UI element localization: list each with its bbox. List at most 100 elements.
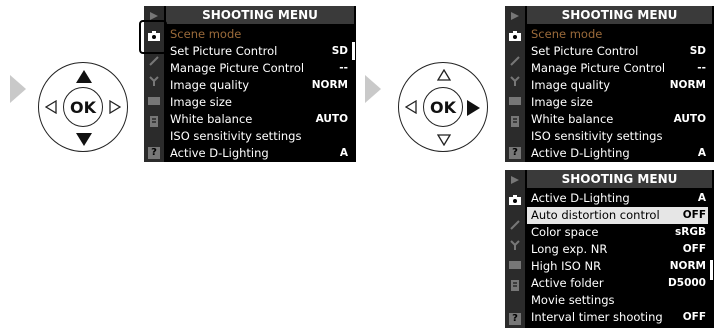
menu-row-label: Set Picture Control (531, 44, 639, 58)
scrollbar[interactable] (710, 260, 713, 280)
menu-row-label: ISO sensitivity settings (531, 129, 663, 143)
menu-row-label: ISO sensitivity settings (170, 129, 302, 143)
shooting-menu-screen-top-right: SHOOTING MENU Scene mode Set Picture Con… (505, 6, 714, 162)
ok-button[interactable]: OK (63, 87, 103, 127)
menu-row[interactable]: Manage Picture Control -- (166, 60, 350, 77)
up-arrow-icon[interactable] (437, 69, 451, 81)
guide-arrow-middle (365, 75, 381, 103)
menu-row[interactable]: Set Picture Control SD (166, 43, 350, 60)
menu-row[interactable]: Active D-Lighting A (527, 145, 708, 162)
up-arrow-icon[interactable] (76, 70, 92, 83)
menu-row[interactable]: Image quality NORM (527, 77, 708, 94)
retouch-tab-icon[interactable] (147, 94, 161, 108)
shooting-menu-screen-left: SHOOTING MENU Scene mode Set Picture Con… (144, 6, 356, 162)
help-icon: ? (509, 313, 521, 325)
menu-row[interactable]: High ISO NR NORM (527, 258, 708, 275)
menu-row-value: SD (331, 45, 348, 57)
menu-row-label: High ISO NR (531, 259, 602, 273)
menu-row-label: Active D-Lighting (170, 146, 269, 160)
multi-selector-right[interactable]: OK (398, 62, 488, 152)
menu-row[interactable]: Scene mode (527, 26, 708, 43)
playback-tab-icon[interactable] (508, 173, 522, 187)
menu-row[interactable]: Active D-Lighting A (166, 145, 350, 162)
menu-row-value: A (697, 192, 706, 204)
menu-row-value: SD (689, 45, 706, 57)
menu-title: SHOOTING MENU (166, 6, 354, 24)
help-icon: ? (148, 147, 160, 159)
menu-row-value: A (697, 147, 706, 159)
menu-row[interactable]: ISO sensitivity settings (166, 128, 350, 145)
shooting-tab-highlight (139, 20, 167, 54)
ok-button[interactable]: OK (423, 87, 463, 127)
menu-row-label: Set Picture Control (170, 44, 278, 58)
menu-row[interactable]: Set Picture Control SD (527, 43, 708, 60)
menu-row-selected[interactable]: Auto distortion control OFF (527, 207, 708, 224)
right-arrow-icon[interactable] (467, 100, 480, 116)
menu-title: SHOOTING MENU (527, 170, 712, 188)
my-menu-tab-icon[interactable] (508, 278, 522, 292)
custom-settings-tab-icon[interactable] (508, 218, 522, 232)
menu-row[interactable]: White balance AUTO (166, 111, 350, 128)
menu-row-label: Color space (531, 225, 599, 239)
menu-row[interactable]: Scene mode (166, 26, 350, 43)
menu-row[interactable]: White balance AUTO (527, 111, 708, 128)
custom-settings-tab-icon[interactable] (147, 54, 161, 68)
shooting-tab-icon[interactable] (508, 29, 522, 43)
menu-row-value: AUTO (673, 113, 706, 125)
menu-row[interactable]: Manage Picture Control -- (527, 60, 708, 77)
menu-row-value: -- (339, 62, 348, 74)
menu-row[interactable]: Image size (166, 94, 350, 111)
playback-tab-icon[interactable] (508, 9, 522, 23)
menu-row-label: Interval timer shooting (531, 310, 663, 324)
menu-row-value: NORM (311, 79, 348, 91)
menu-row-value: NORM (669, 79, 706, 91)
right-arrow-icon[interactable] (109, 100, 121, 114)
menu-row-value: D5000 (668, 277, 706, 289)
retouch-tab-icon[interactable] (508, 94, 522, 108)
menu-row[interactable]: Active folder D5000 (527, 275, 708, 292)
menu-row-label: Image quality (531, 78, 611, 92)
menu-row[interactable]: ISO sensitivity settings (527, 128, 708, 145)
retouch-tab-icon[interactable] (508, 258, 522, 272)
left-arrow-icon[interactable] (45, 100, 57, 114)
multi-selector-up-down[interactable]: OK (38, 62, 128, 152)
help-icon: ? (509, 147, 521, 159)
menu-tabs (505, 170, 525, 328)
setup-tab-icon[interactable] (508, 238, 522, 252)
menu-row-label: Scene mode (531, 27, 603, 41)
menu-row[interactable]: Color space sRGB (527, 224, 708, 241)
menu-row-label: Image size (531, 95, 593, 109)
menu-row-label: Image size (170, 95, 232, 109)
menu-row-label: Scene mode (170, 27, 242, 41)
menu-row-label: Active D-Lighting (531, 191, 630, 205)
menu-row-value: sRGB (675, 226, 706, 238)
menu-row[interactable]: Movie settings (527, 292, 708, 309)
menu-row[interactable]: Image size (527, 94, 708, 111)
left-arrow-icon[interactable] (405, 100, 417, 114)
menu-row-label: Active folder (531, 276, 604, 290)
my-menu-tab-icon[interactable] (147, 114, 161, 128)
menu-row-label: Image quality (170, 78, 250, 92)
menu-row[interactable]: Image quality NORM (166, 77, 350, 94)
scrollbar[interactable] (352, 42, 355, 60)
down-arrow-icon[interactable] (76, 133, 92, 146)
menu-row-label: White balance (531, 112, 614, 126)
menu-row-value: OFF (682, 209, 706, 221)
menu-row-label: White balance (170, 112, 253, 126)
setup-tab-icon[interactable] (147, 74, 161, 88)
menu-row[interactable]: Long exp. NR OFF (527, 241, 708, 258)
custom-settings-tab-icon[interactable] (508, 54, 522, 68)
menu-row-label: Auto distortion control (531, 208, 660, 222)
menu-row-value: -- (697, 62, 706, 74)
shooting-menu-screen-bottom-right: SHOOTING MENU Active D-Lighting A Auto di… (505, 170, 714, 328)
menu-row[interactable]: Active D-Lighting A (527, 190, 708, 207)
menu-row-label: Manage Picture Control (170, 61, 305, 75)
menu-row[interactable]: Interval timer shooting OFF (527, 309, 708, 326)
menu-row-label: Active D-Lighting (531, 146, 630, 160)
setup-tab-icon[interactable] (508, 74, 522, 88)
menu-row-value: OFF (682, 243, 706, 255)
menu-row-value: A (339, 147, 348, 159)
my-menu-tab-icon[interactable] (508, 114, 522, 128)
down-arrow-icon[interactable] (437, 134, 451, 146)
shooting-tab-icon[interactable] (508, 193, 522, 207)
